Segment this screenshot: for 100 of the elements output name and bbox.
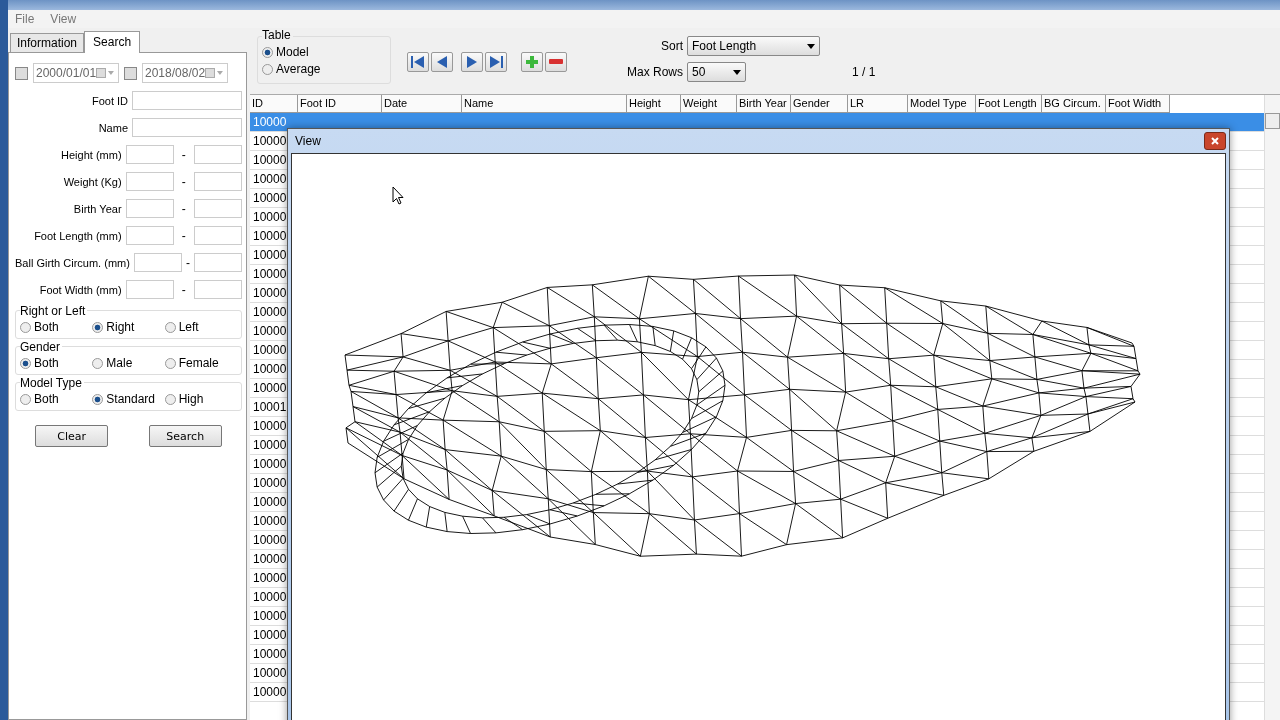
radio-button[interactable]: [92, 393, 104, 405]
last-page-button[interactable]: [485, 52, 507, 72]
input-field[interactable]: [194, 172, 242, 191]
radio-label[interactable]: Both: [34, 356, 59, 370]
radio-button[interactable]: [20, 321, 31, 333]
table-cell-text: 10000: [252, 438, 287, 452]
radio-label[interactable]: Both: [34, 392, 59, 406]
input-field[interactable]: [125, 226, 174, 245]
table-cell-text: 10000: [252, 172, 287, 186]
input-field[interactable]: [125, 280, 174, 299]
column-header[interactable]: Foot Width: [1106, 95, 1170, 113]
date-field[interactable]: 2000/01/01: [33, 63, 119, 83]
column-header[interactable]: Foot ID: [298, 95, 382, 113]
group-title: Gender: [20, 340, 63, 354]
next-button[interactable]: [461, 52, 483, 72]
date-field[interactable]: 2018/08/02: [142, 63, 228, 83]
radio-button[interactable]: [20, 393, 31, 405]
window-title: View: [294, 134, 321, 148]
close-icon: [1211, 137, 1219, 145]
table-cell-text: 10000: [252, 324, 287, 338]
table-cell-text: 10000: [252, 590, 287, 604]
max-rows-dropdown[interactable]: 50: [687, 62, 746, 82]
table-cell-text: 10000: [252, 343, 287, 357]
menu-item[interactable]: File: [15, 12, 35, 26]
input-field[interactable]: [125, 199, 174, 218]
remove-button[interactable]: [545, 52, 567, 72]
column-header[interactable]: Name: [462, 95, 627, 113]
radio-label[interactable]: Female: [178, 356, 219, 370]
range-separator: -: [180, 282, 187, 297]
column-header[interactable]: LR: [848, 95, 908, 113]
table-cell-text: 10000: [252, 267, 287, 281]
column-header[interactable]: Gender: [791, 95, 848, 113]
max-rows-label: Max Rows: [627, 65, 683, 79]
table-cell-text: 10000: [252, 248, 287, 262]
table-cell-text: 10000: [252, 476, 287, 490]
input-field[interactable]: [125, 145, 174, 164]
first-icon: [410, 55, 426, 69]
input-field[interactable]: [133, 253, 182, 272]
column-header[interactable]: Birth Year: [737, 95, 791, 113]
radio-label[interactable]: Standard: [106, 392, 156, 406]
tab[interactable]: Search: [84, 31, 141, 53]
table-cell-text: 10000: [252, 210, 287, 224]
radio-label[interactable]: Model: [276, 45, 309, 59]
radio-label[interactable]: Male: [106, 356, 133, 370]
input-field[interactable]: [125, 172, 174, 191]
table-cell-text: 10000: [252, 628, 287, 642]
mouse-pointer-icon: [392, 186, 404, 205]
push-button[interactable]: Search: [148, 425, 222, 447]
column-header[interactable]: Foot Length: [976, 95, 1042, 113]
sort-dropdown[interactable]: Foot Length: [687, 36, 820, 56]
range-separator: -: [180, 228, 187, 243]
table-cell-text: 10000: [252, 229, 287, 243]
input-field[interactable]: [194, 280, 242, 299]
table-cell-text: 10000: [252, 362, 287, 376]
first-page-button[interactable]: [407, 52, 429, 72]
table-cell-text: 10000: [252, 153, 287, 167]
page-indicator: 1 / 1: [852, 65, 876, 79]
radio-button[interactable]: [164, 393, 176, 405]
column-header[interactable]: BG Circum.: [1042, 95, 1106, 113]
input-field[interactable]: [194, 253, 242, 272]
column-header[interactable]: Model Type: [908, 95, 976, 113]
radio-button[interactable]: [92, 321, 104, 333]
radio-label[interactable]: Average: [276, 62, 321, 76]
table-cell-text: 10000: [252, 514, 287, 528]
column-header[interactable]: Date: [382, 95, 462, 113]
radio-button[interactable]: [262, 63, 273, 75]
menu-item[interactable]: View: [50, 12, 77, 26]
radio-label[interactable]: Left: [178, 320, 199, 334]
radio-button[interactable]: [164, 321, 176, 333]
table-cell-text: 10000: [252, 457, 287, 471]
radio-button[interactable]: [164, 357, 176, 369]
table-cell-text: 10000: [252, 305, 287, 319]
tab[interactable]: Information: [10, 33, 85, 52]
previous-button[interactable]: [431, 52, 453, 72]
radio-label[interactable]: High: [178, 392, 204, 406]
table-cell-text: 10001: [252, 400, 287, 414]
range-separator: -: [180, 201, 187, 216]
input-field[interactable]: [194, 145, 242, 164]
add-button[interactable]: [521, 52, 543, 72]
radio-button[interactable]: [262, 46, 273, 58]
table-cell-text: 10000: [252, 191, 287, 205]
radio-button[interactable]: [20, 357, 31, 369]
column-header[interactable]: ID: [250, 95, 298, 113]
field-label: Foot Length (mm): [33, 229, 122, 242]
checkbox[interactable]: [124, 66, 137, 80]
range-separator: -: [180, 147, 187, 162]
push-button[interactable]: Clear: [35, 425, 109, 447]
input-field[interactable]: [194, 226, 242, 245]
column-header[interactable]: Weight: [681, 95, 737, 113]
input-field[interactable]: [194, 199, 242, 218]
input-field[interactable]: [132, 118, 242, 137]
checkbox[interactable]: [15, 66, 28, 80]
group-title: Table: [262, 28, 293, 42]
close-button[interactable]: [1204, 132, 1226, 150]
radio-label[interactable]: Right: [106, 320, 135, 334]
radio-label[interactable]: Both: [34, 320, 59, 334]
input-field[interactable]: [132, 91, 242, 110]
column-header[interactable]: Height: [627, 95, 681, 113]
plus-icon: [525, 55, 539, 69]
radio-button[interactable]: [92, 357, 104, 369]
